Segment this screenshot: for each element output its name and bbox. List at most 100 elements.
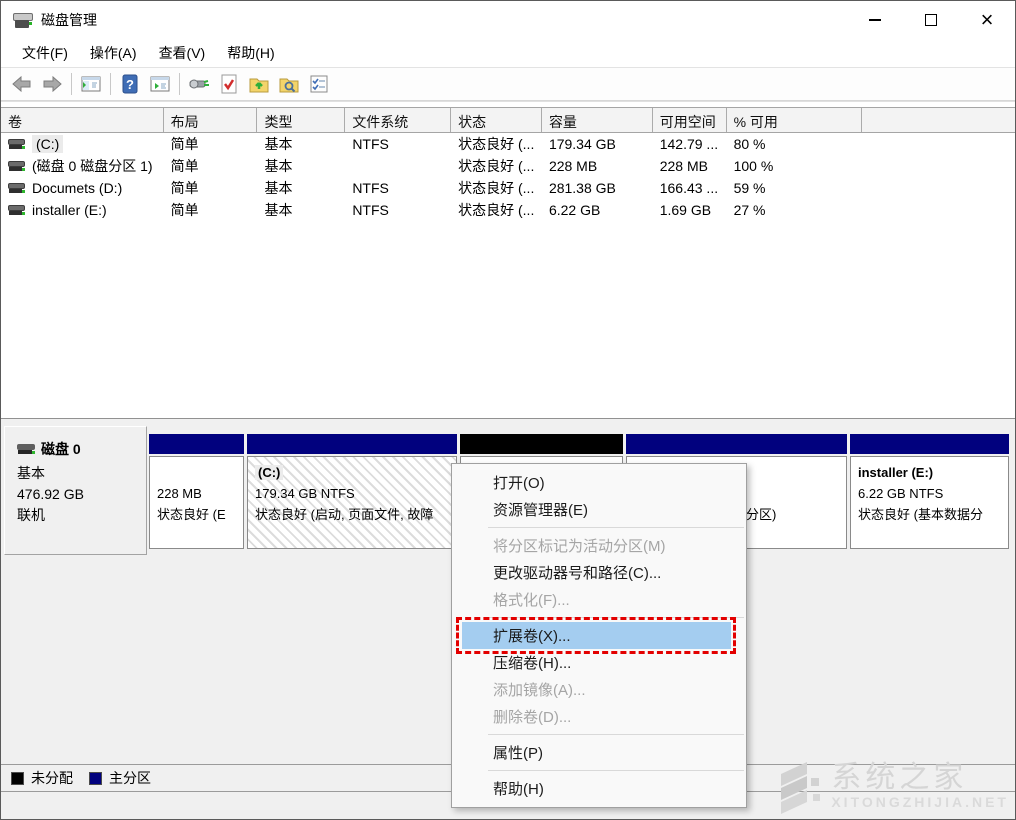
column-header-容量[interactable]: 容量: [542, 108, 653, 132]
column-header-blank[interactable]: [862, 108, 1015, 132]
maximize-button[interactable]: [903, 1, 959, 39]
back-icon[interactable]: [7, 70, 37, 98]
volume-cell-pct: 27 %: [727, 202, 863, 218]
volume-icon: [8, 161, 25, 172]
partition-label: (C:): [255, 462, 456, 483]
volume-cell-capacity: 179.34 GB: [542, 136, 653, 152]
partition-type-bar: [149, 434, 244, 454]
menubar-item-3[interactable]: 帮助(H): [216, 39, 285, 67]
check-document-icon[interactable]: [214, 70, 244, 98]
folder-search-icon[interactable]: [274, 70, 304, 98]
menu-separator: [488, 770, 744, 771]
volume-cell-status: 状态良好 (...: [451, 134, 542, 154]
partition-system-partition[interactable]: 228 MB状态良好 (E: [149, 434, 244, 549]
menubar-item-2[interactable]: 查看(V): [148, 39, 217, 67]
volume-cell-type: 基本: [257, 156, 345, 176]
menu-separator: [488, 527, 744, 528]
menu-item-label: 添加镜像(A)...: [493, 679, 586, 700]
volume-cell-layout: 简单: [164, 200, 258, 220]
partition-type-bar: [626, 434, 847, 454]
help-icon[interactable]: ?: [115, 70, 145, 98]
volume-row[interactable]: (C:)简单基本NTFS状态良好 (...179.34 GB142.79 ...…: [1, 133, 1015, 155]
disk-icon: [17, 444, 35, 455]
toolbar: ?: [1, 67, 1015, 101]
partition-info-line: 6.22 GB NTFS: [858, 483, 1008, 504]
partition-label: installer (E:): [858, 462, 1008, 483]
volume-cell-free: 228 MB: [653, 158, 727, 174]
volume-cell-type: 基本: [257, 178, 345, 198]
column-header-类型[interactable]: 类型: [257, 108, 345, 132]
volume-cell-pct: 100 %: [727, 158, 863, 174]
context-menu-item-属性P[interactable]: 属性(P): [452, 739, 746, 766]
context-menu-item-资源管理器E[interactable]: 资源管理器(E): [452, 496, 746, 523]
context-menu-item-压缩卷H[interactable]: 压缩卷(H)...: [452, 649, 746, 676]
forward-icon[interactable]: [37, 70, 67, 98]
volume-name: (磁盘 0 磁盘分区 1): [32, 156, 153, 176]
volume-cell-fs: NTFS: [345, 180, 451, 196]
menu-item-label: 格式化(F)...: [493, 589, 570, 610]
legend-label: 未分配: [31, 768, 73, 788]
volume-name-cell: (C:): [1, 135, 164, 153]
partition-info-line: [157, 462, 243, 483]
context-menu-item-帮助H[interactable]: 帮助(H): [452, 775, 746, 802]
column-header-% 可用[interactable]: % 可用: [727, 108, 863, 132]
volume-cell-status: 状态良好 (...: [451, 156, 542, 176]
volume-cell-fs: NTFS: [345, 136, 451, 152]
toolbar-separator: [110, 73, 111, 95]
toolbar-separator: [71, 73, 72, 95]
menu-item-label: 删除卷(D)...: [493, 706, 571, 727]
column-header-状态[interactable]: 状态: [451, 108, 542, 132]
partition-info-line: 状态良好 (启动, 页面文件, 故障: [255, 504, 456, 525]
volume-table-body: (C:)简单基本NTFS状态良好 (...179.34 GB142.79 ...…: [1, 133, 1015, 221]
task-list-icon[interactable]: [304, 70, 334, 98]
toolbar-separator: [179, 73, 180, 95]
volume-cell-capacity: 228 MB: [542, 158, 653, 174]
legend-swatch: [11, 772, 24, 785]
menu-bar: 文件(F)操作(A)查看(V)帮助(H): [1, 39, 1015, 67]
context-menu-item-打开O[interactable]: 打开(O): [452, 469, 746, 496]
volume-name: (C:): [32, 135, 63, 153]
context-menu: 打开(O)资源管理器(E)将分区标记为活动分区(M)更改驱动器号和路径(C)..…: [451, 463, 747, 808]
menu-item-label: 属性(P): [493, 742, 543, 763]
context-menu-item-更改驱动器号和路径C[interactable]: 更改驱动器号和路径(C)...: [452, 559, 746, 586]
column-header-布局[interactable]: 布局: [164, 108, 258, 132]
volume-name-cell: installer (E:): [1, 202, 164, 218]
legend-label: 主分区: [109, 768, 151, 788]
volume-icon: [8, 139, 25, 150]
menubar-item-0[interactable]: 文件(F): [11, 39, 79, 67]
context-menu-item-格式化F: 格式化(F)...: [452, 586, 746, 613]
close-button[interactable]: ×: [959, 1, 1015, 39]
console-tree-icon[interactable]: [76, 70, 106, 98]
volume-name: Documets (D:): [32, 180, 122, 196]
volume-cell-type: 基本: [257, 200, 345, 220]
device-properties-icon[interactable]: [184, 70, 214, 98]
volume-row[interactable]: installer (E:)简单基本NTFS状态良好 (...6.22 GB1.…: [1, 199, 1015, 221]
partition-body: 228 MB状态良好 (E: [149, 456, 244, 549]
volume-row[interactable]: Documets (D:)简单基本NTFS状态良好 (...281.38 GB1…: [1, 177, 1015, 199]
column-header-可用空间[interactable]: 可用空间: [653, 108, 727, 132]
maximize-icon: [925, 14, 937, 26]
volume-row[interactable]: (磁盘 0 磁盘分区 1)简单基本状态良好 (...228 MB228 MB10…: [1, 155, 1015, 177]
menu-item-label: 资源管理器(E): [493, 499, 588, 520]
column-header-文件系统[interactable]: 文件系统: [345, 108, 451, 132]
volume-cell-layout: 简单: [164, 178, 258, 198]
disk-type: 基本: [17, 463, 146, 484]
volume-name: installer (E:): [32, 202, 107, 218]
action-pane-icon[interactable]: [145, 70, 175, 98]
column-header-卷[interactable]: 卷: [1, 108, 164, 132]
menu-item-label: 打开(O): [493, 472, 545, 493]
volume-cell-layout: 简单: [164, 156, 258, 176]
folder-up-icon[interactable]: [244, 70, 274, 98]
window-title: 磁盘管理: [41, 10, 97, 30]
context-menu-item-扩展卷X[interactable]: 扩展卷(X)...: [462, 622, 731, 649]
minimize-button[interactable]: [847, 1, 903, 39]
context-menu-item-删除卷D: 删除卷(D)...: [452, 703, 746, 730]
menubar-item-1[interactable]: 操作(A): [79, 39, 148, 67]
volume-icon: [8, 183, 25, 194]
disk0-panel[interactable]: 磁盘 0 基本 476.92 GB 联机: [4, 426, 147, 555]
partition-c-volume[interactable]: (C:)179.34 GB NTFS状态良好 (启动, 页面文件, 故障: [247, 434, 457, 549]
menu-item-label: 扩展卷(X)...: [493, 625, 571, 646]
legend-swatch: [89, 772, 102, 785]
partition-e-volume[interactable]: installer (E:)6.22 GB NTFS状态良好 (基本数据分: [850, 434, 1009, 549]
volume-icon: [8, 205, 25, 216]
